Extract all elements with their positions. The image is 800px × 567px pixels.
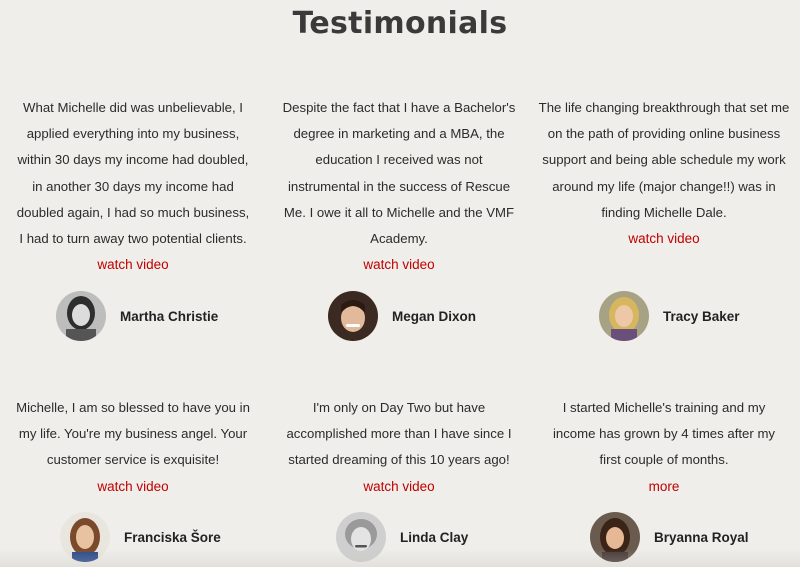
testimonial-card: What Michelle did was unbelievable, I ap… bbox=[0, 95, 266, 278]
testimonial-card: Despite the fact that I have a Bachelor'… bbox=[266, 95, 532, 278]
testimonial-author: Martha Christie bbox=[56, 291, 218, 341]
watch-video-link[interactable]: watch video bbox=[0, 474, 266, 500]
testimonial-quote: The life changing breakthrough that set … bbox=[538, 100, 790, 220]
testimonial-card: The life changing breakthrough that set … bbox=[531, 95, 797, 252]
testimonial-author: Tracy Baker bbox=[599, 291, 740, 341]
page-title: Testimonials bbox=[292, 6, 508, 41]
avatar bbox=[599, 291, 649, 341]
author-name: Bryanna Royal bbox=[654, 529, 749, 545]
avatar bbox=[56, 291, 106, 341]
watch-video-link[interactable]: watch video bbox=[0, 252, 266, 278]
testimonial-quote: I'm only on Day Two but have accomplishe… bbox=[286, 400, 512, 468]
watch-video-link[interactable]: watch video bbox=[531, 226, 797, 252]
testimonial-quote: What Michelle did was unbelievable, I ap… bbox=[16, 100, 250, 247]
testimonial-quote: Despite the fact that I have a Bachelor'… bbox=[282, 100, 516, 247]
more-link[interactable]: more bbox=[531, 474, 797, 500]
testimonial-author: Megan Dixon bbox=[328, 291, 476, 341]
author-name: Tracy Baker bbox=[663, 308, 740, 324]
testimonial-card: Michelle, I am so blessed to have you in… bbox=[0, 395, 266, 500]
bottom-shadow bbox=[0, 549, 800, 567]
testimonial-quote: Michelle, I am so blessed to have you in… bbox=[16, 400, 250, 468]
author-name: Franciska Šore bbox=[124, 529, 221, 545]
testimonial-card: I started Michelle's training and my inc… bbox=[531, 395, 797, 500]
author-name: Martha Christie bbox=[120, 308, 219, 324]
watch-video-link[interactable]: watch video bbox=[266, 474, 532, 500]
watch-video-link[interactable]: watch video bbox=[266, 252, 532, 278]
testimonial-quote: I started Michelle's training and my inc… bbox=[552, 400, 776, 468]
testimonial-card: I'm only on Day Two but have accomplishe… bbox=[266, 395, 532, 500]
author-name: Linda Clay bbox=[400, 529, 469, 545]
author-name: Megan Dixon bbox=[392, 308, 477, 324]
avatar bbox=[328, 291, 378, 341]
